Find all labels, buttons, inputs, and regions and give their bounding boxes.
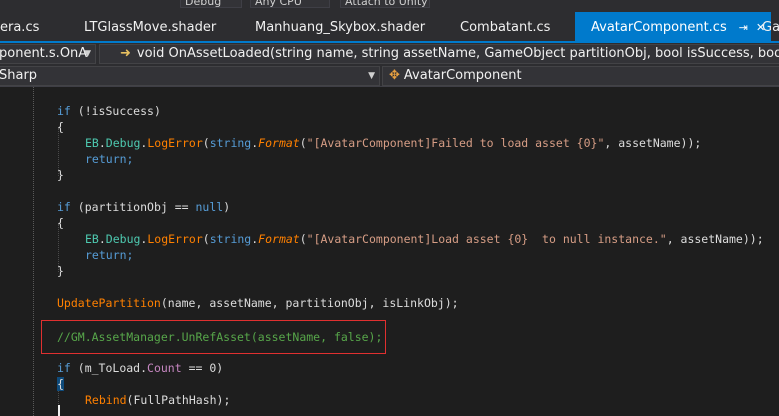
tab-avatarcomponent-label: AvatarComponent.cs <box>591 20 727 35</box>
method-signature: void OnAssetLoaded(string name, string a… <box>136 46 779 61</box>
highlight-box <box>41 320 386 354</box>
code-text: (name, assetName, partitionObj, isLinkOb… <box>160 296 459 310</box>
code-line: if (m_ToLoad.Count == 0) <box>57 360 223 376</box>
member-dropdown[interactable]: ponent.s.OnA ▼ <box>0 44 96 64</box>
code-text: (partitionObj == <box>70 200 196 214</box>
keyword: if <box>57 361 71 375</box>
code-line: { <box>57 216 64 230</box>
text-caret <box>58 405 60 416</box>
tab-ltglassmove[interactable]: LTGlassMove.shader <box>84 12 216 41</box>
code-text: (m_ToLoad. <box>70 361 148 375</box>
tab-manhuang-skybox[interactable]: Manhuang_Skybox.shader <box>255 12 425 41</box>
tab-ga[interactable]: Ga <box>762 12 779 41</box>
method-name: Rebind <box>85 393 127 407</box>
toolbar: Debug Any CPU Attach to Unity <box>0 0 779 12</box>
attach-button[interactable]: Attach to Unity <box>340 0 430 8</box>
method-name: LogError <box>147 136 203 150</box>
code-text: , assetName)); <box>604 136 702 150</box>
matched-brace: { <box>57 377 64 391</box>
tab-avatarcomponent[interactable]: AvatarComponent.cs ⇥ ✕ <box>575 12 772 41</box>
class-dropdown-value: AvatarComponent <box>403 68 522 83</box>
method-icon: ➜ <box>120 46 131 61</box>
code-line: } <box>57 264 64 278</box>
class-dropdown[interactable]: ✥ AvatarComponent <box>382 66 779 86</box>
code-line: { <box>57 120 64 134</box>
navigation-bar-2: Sharp ▼ ✥ AvatarComponent <box>0 65 779 87</box>
member-dropdown-value: ponent.s.OnA <box>0 46 88 61</box>
code-line: if (partitionObj == null) <box>57 199 230 215</box>
code-line: } <box>57 168 64 182</box>
project-dropdown[interactable]: Sharp ▼ <box>0 66 380 86</box>
keyword: if <box>57 200 71 214</box>
code-line: return; <box>85 152 134 166</box>
pin-icon[interactable]: ⇥ <box>739 21 748 34</box>
method-dropdown[interactable]: ➜ void OnAssetLoaded(string name, string … <box>99 44 779 64</box>
project-dropdown-value: Sharp <box>0 68 38 83</box>
class-name: Debug <box>105 136 141 150</box>
code-line: { <box>57 376 64 392</box>
code-line: return; <box>85 248 134 262</box>
class-name: EB <box>85 136 99 150</box>
chevron-down-icon: ▼ <box>84 49 91 59</box>
chevron-down-icon: ▼ <box>368 71 375 81</box>
indent-guide <box>33 87 34 416</box>
property-name: Count <box>147 361 182 375</box>
tab-era[interactable]: era.cs <box>0 12 39 41</box>
keyword: string <box>209 136 252 150</box>
code-text: == 0) <box>181 361 224 375</box>
document-tabs: era.cs LTGlassMove.shader Manhuang_Skybo… <box>0 12 779 41</box>
string-literal: "[AvatarComponent]Failed to load asset {… <box>306 136 605 150</box>
keyword: string <box>209 232 252 246</box>
config-dropdown[interactable]: Debug <box>180 0 242 8</box>
code-line: if (!isSuccess) <box>57 104 161 118</box>
keyword: null <box>195 200 224 214</box>
method-name: Format <box>258 136 300 150</box>
tab-combatant[interactable]: Combatant.cs <box>460 12 550 41</box>
keyword: if <box>57 104 71 118</box>
class-name: EB <box>85 232 99 246</box>
method-name: Format <box>258 232 300 246</box>
code-text: (FullPathHash); <box>126 393 231 407</box>
platform-dropdown[interactable]: Any CPU <box>250 0 330 8</box>
code-editor[interactable]: if (!isSuccess) { EB.Debug.LogError(stri… <box>0 87 779 416</box>
string-literal: "[AvatarComponent]Load asset {0} to null… <box>306 232 667 246</box>
code-text: , assetName)); <box>666 232 764 246</box>
code-line: Rebind(FullPathHash); <box>85 392 230 408</box>
code-text: ) <box>223 200 231 214</box>
method-name: UpdatePartition <box>57 296 161 310</box>
code-line: EB.Debug.LogError(string.Format("[Avatar… <box>85 232 764 246</box>
class-icon: ✥ <box>389 68 400 83</box>
code-line: EB.Debug.LogError(string.Format("[Avatar… <box>85 136 702 150</box>
class-name: Debug <box>105 232 141 246</box>
code-line: UpdatePartition(name, assetName, partiti… <box>57 295 459 311</box>
method-name: LogError <box>147 232 203 246</box>
navigation-bar: ponent.s.OnA ▼ ➜ void OnAssetLoaded(strin… <box>0 43 779 65</box>
